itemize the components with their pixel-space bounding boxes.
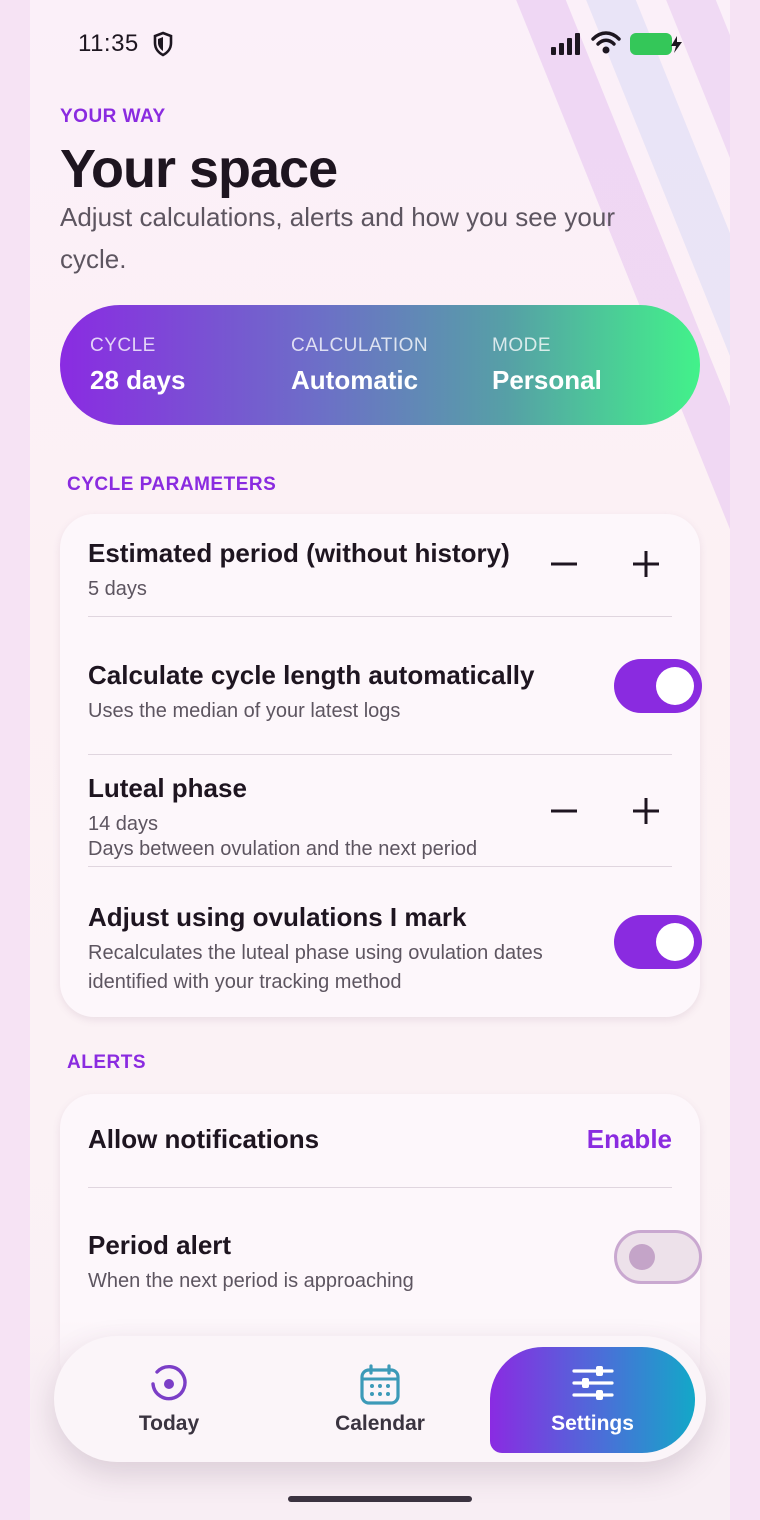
battery-charging-icon xyxy=(630,33,682,55)
status-time: 11:35 xyxy=(78,30,139,57)
section-cycle-parameters: CYCLE PARAMETERS xyxy=(67,474,277,495)
status-bar: 11:35 xyxy=(30,0,730,88)
summary-cycle-label: CYCLE xyxy=(90,335,156,356)
calendar-icon xyxy=(360,1364,400,1405)
divider xyxy=(88,616,672,617)
divider xyxy=(88,754,672,755)
period-alert-subtitle: When the next period is approaching xyxy=(88,1270,414,1292)
divider xyxy=(88,1187,672,1188)
divider xyxy=(88,866,672,867)
home-indicator[interactable] xyxy=(288,1496,472,1502)
decrement-period-button[interactable] xyxy=(542,542,586,586)
toggle-knob xyxy=(656,923,694,961)
period-alert-title: Period alert xyxy=(88,1230,232,1260)
bottom-navigation: Today Calendar Settings xyxy=(54,1336,706,1462)
decrement-luteal-button[interactable] xyxy=(542,789,586,833)
summary-mode-value: Personal xyxy=(492,365,602,395)
cycle-parameters-card: Estimated period (without history) 5 day… xyxy=(60,514,702,1017)
nav-settings-label: Settings xyxy=(551,1412,634,1435)
period-alert-toggle[interactable] xyxy=(614,1230,702,1284)
auto-length-subtitle: Uses the median of your latest logs xyxy=(88,700,401,722)
shield-icon xyxy=(153,31,173,57)
ovulation-adjust-subtitle: Recalculates the luteal phase using ovul… xyxy=(88,942,543,993)
sliders-icon xyxy=(571,1366,614,1400)
signal-icon xyxy=(551,33,580,55)
ovulation-adjust-title: Adjust using ovulations I mark xyxy=(88,902,467,932)
nav-today[interactable]: Today xyxy=(84,1336,254,1462)
nav-today-label: Today xyxy=(138,1412,200,1435)
ovulation-adjust-row: Adjust using ovulations I mark Recalcula… xyxy=(88,902,550,997)
section-alerts: ALERTS xyxy=(67,1052,146,1073)
increment-period-button[interactable] xyxy=(624,542,668,586)
enable-notifications-button[interactable]: Enable xyxy=(587,1124,672,1155)
page-title: Your space xyxy=(60,139,338,199)
wifi-icon xyxy=(591,31,621,54)
auto-length-toggle[interactable] xyxy=(614,659,702,713)
summary-cycle-value: 28 days xyxy=(90,365,186,395)
ovulation-adjust-toggle[interactable] xyxy=(614,915,702,969)
auto-length-row: Calculate cycle length automatically Use… xyxy=(88,660,672,726)
page-eyebrow: YOUR WAY xyxy=(60,106,166,127)
notifications-title: Allow notifications xyxy=(88,1124,320,1154)
nav-settings[interactable]: Settings xyxy=(490,1347,695,1453)
summary-calculation: CALCULATION Automatic xyxy=(291,335,428,396)
cycle-icon xyxy=(151,1364,187,1401)
notifications-row: Allow notifications xyxy=(88,1124,672,1155)
increment-luteal-button[interactable] xyxy=(624,789,668,833)
nav-calendar-label: Calendar xyxy=(335,1412,425,1435)
summary-cycle: CYCLE 28 days xyxy=(90,335,185,396)
toggle-knob xyxy=(629,1244,655,1270)
period-alert-row: Period alert When the next period is app… xyxy=(88,1230,672,1296)
toggle-knob xyxy=(656,667,694,705)
settings-screen: 11:35 YOUR WAY Your space Adjust calcula… xyxy=(30,0,730,1520)
page-subtitle: Adjust calculations, alerts and how you … xyxy=(60,202,615,274)
nav-calendar[interactable]: Calendar xyxy=(295,1336,465,1462)
luteal-phase-subtitle: Days between ovulation and the next peri… xyxy=(88,838,478,860)
summary-calculation-label: CALCULATION xyxy=(291,335,429,356)
summary-banner: CYCLE 28 days CALCULATION Automatic MODE… xyxy=(60,305,700,425)
summary-mode: MODE Personal xyxy=(492,335,602,396)
auto-length-title: Calculate cycle length automatically xyxy=(88,660,535,690)
summary-mode-label: MODE xyxy=(492,335,551,356)
summary-calculation-value: Automatic xyxy=(291,365,419,395)
